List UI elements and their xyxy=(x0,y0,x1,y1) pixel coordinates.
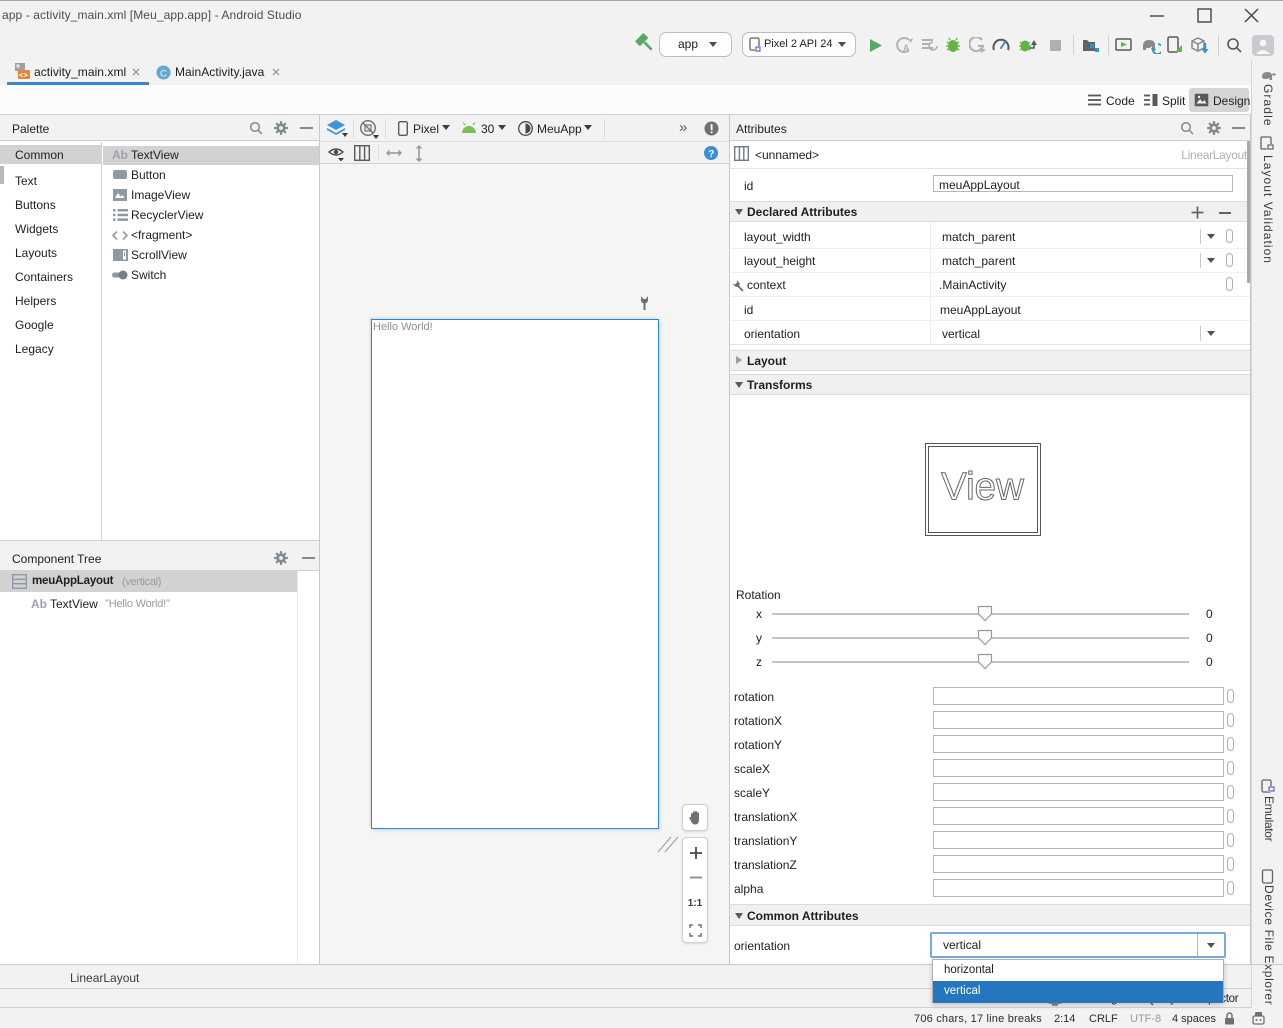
svg-text:<>: <> xyxy=(19,71,28,80)
svg-text:A: A xyxy=(903,43,910,53)
svg-text:C: C xyxy=(160,69,167,80)
svg-text:?: ? xyxy=(708,149,714,160)
